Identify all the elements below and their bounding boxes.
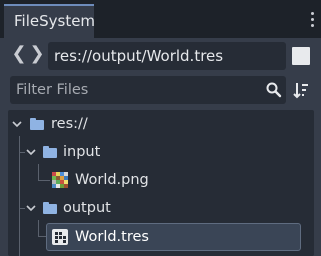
tree-guide-line [38, 220, 39, 236]
filesystem-panel: ❮ ❯ res://output/World.tres Filter Files [0, 38, 321, 256]
tree-item-root[interactable]: res:// [8, 110, 314, 138]
toggle-split-mode-button[interactable] [292, 47, 310, 65]
filter-files-placeholder: Filter Files [16, 82, 89, 98]
forward-button[interactable]: ❯ [28, 40, 46, 70]
folder-icon [43, 146, 57, 158]
tree-item-folder-output[interactable]: output [8, 194, 314, 222]
dock-menu-icon[interactable] [305, 10, 319, 32]
chevron-left-icon: ❮ [11, 43, 27, 64]
tree-item-label: input [63, 144, 101, 160]
tree-item-label: World.tres [75, 229, 149, 245]
tab-filesystem[interactable]: FileSystem [4, 4, 96, 38]
tree-item-file-world-png[interactable]: World.png [8, 166, 314, 194]
image-file-icon [52, 172, 68, 188]
folder-icon [30, 118, 44, 130]
tree-item-folder-input[interactable]: input [8, 138, 314, 166]
chevron-down-icon[interactable] [26, 203, 36, 213]
tree-item-label: World.png [75, 172, 149, 188]
tree-item-label: res:// [51, 116, 88, 132]
dock-tab-bar: FileSystem [0, 0, 321, 38]
sort-icon[interactable] [292, 80, 310, 100]
chevron-right-icon: ❯ [29, 43, 45, 64]
tileset-resource-icon [52, 229, 68, 245]
folder-icon [43, 202, 57, 214]
filter-files-input[interactable]: Filter Files [10, 76, 286, 104]
path-field[interactable]: res://output/World.tres [48, 42, 286, 70]
tree-item-file-world-tres[interactable]: World.tres [46, 223, 301, 251]
tree-item-label: output [63, 200, 111, 216]
tree-guide-line [38, 236, 46, 237]
tab-filesystem-label: FileSystem [14, 12, 96, 30]
back-button[interactable]: ❮ [10, 40, 28, 70]
file-tree: res:// input World.png output World.tres [8, 110, 314, 256]
search-icon[interactable] [265, 81, 283, 99]
chevron-down-icon[interactable] [26, 147, 36, 157]
chevron-down-icon[interactable] [12, 119, 22, 129]
path-field-value: res://output/World.tres [54, 47, 224, 65]
